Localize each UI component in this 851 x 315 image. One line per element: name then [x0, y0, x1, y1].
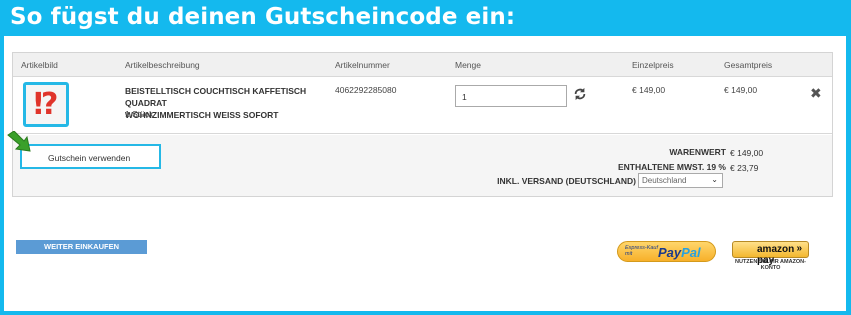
- amazon-pay-caption: NUTZEN SIE IHR AMAZON-KONTO: [735, 259, 806, 271]
- column-header-quantity: Menge: [455, 60, 481, 70]
- column-header-article-number: Artikelnummer: [335, 60, 390, 70]
- shopping-cart: Artikelbild Artikelbeschreibung Artikeln…: [7, 52, 833, 197]
- column-header-total-price: Gesamtpreis: [724, 60, 773, 70]
- quantity-input[interactable]: 1: [455, 85, 567, 107]
- remove-item-icon[interactable]: ✖: [810, 86, 822, 100]
- paypal-express-button[interactable]: Express-Kauf mit PayPal: [617, 241, 716, 262]
- product-image[interactable]: ⁉: [23, 82, 69, 127]
- amazon-pay-button[interactable]: amazon pay »: [732, 241, 809, 266]
- double-chevron-icon: »: [796, 243, 802, 254]
- continue-shopping-button[interactable]: WEITER EINKAUFEN: [16, 240, 147, 254]
- cart-header-row: Artikelbild Artikelbeschreibung Artikeln…: [13, 53, 832, 77]
- shipping-country-select[interactable]: Deutschland ⌄: [638, 173, 723, 188]
- cart-item-row: ⁉ BEISTELLTISCH COUCHTISCH KAFFETISCH QU…: [13, 78, 832, 134]
- refresh-icon[interactable]: [573, 87, 587, 101]
- goods-value: € 149,00: [730, 148, 764, 158]
- product-quantity-label: 1 Stück: [125, 109, 154, 119]
- column-header-image: Artikelbild: [21, 60, 58, 70]
- shipping-label: INKL. VERSAND (DEUTSCHLAND): [497, 176, 636, 186]
- use-voucher-button[interactable]: Gutschein verwenden: [20, 144, 161, 169]
- product-article-number: 4062292285080: [335, 85, 397, 95]
- paypal-express-caption: Express-Kauf mit: [625, 245, 658, 257]
- chevron-down-icon: ⌄: [711, 175, 718, 184]
- product-description-line-2: WOHNZIMMERTISCH WEISS SOFORT: [125, 110, 279, 120]
- vat-label: ENTHALTENE MWST. 19 %: [618, 162, 726, 172]
- vat-value: € 23,79: [730, 163, 759, 173]
- missing-image-icon: ⁉: [33, 86, 59, 122]
- cart-footer: Gutschein verwenden WARENWERT € 149,00 E…: [7, 131, 832, 196]
- column-header-description: Artikelbeschreibung: [125, 60, 200, 70]
- paypal-logo-pay: Pay: [658, 245, 682, 260]
- product-description[interactable]: BEISTELLTISCH COUCHTISCH KAFFETISCH QUAD…: [125, 85, 325, 121]
- unit-price: € 149,00: [632, 85, 666, 95]
- pointer-arrow-icon: [7, 131, 31, 152]
- column-header-unit-price: Einzelpreis: [632, 60, 674, 70]
- paypal-caption-line-2: mit: [625, 251, 633, 257]
- total-price: € 149,00: [724, 85, 758, 95]
- selected-country: Deutschland: [642, 176, 687, 185]
- product-description-line-1: BEISTELLTISCH COUCHTISCH KAFFETISCH QUAD…: [125, 86, 307, 108]
- page-title: So fügst du deinen Gutscheincode ein:: [10, 4, 516, 30]
- paypal-logo: PayPal: [658, 245, 701, 260]
- paypal-logo-pal: Pal: [681, 245, 701, 260]
- goods-value-label: WARENWERT: [669, 147, 726, 157]
